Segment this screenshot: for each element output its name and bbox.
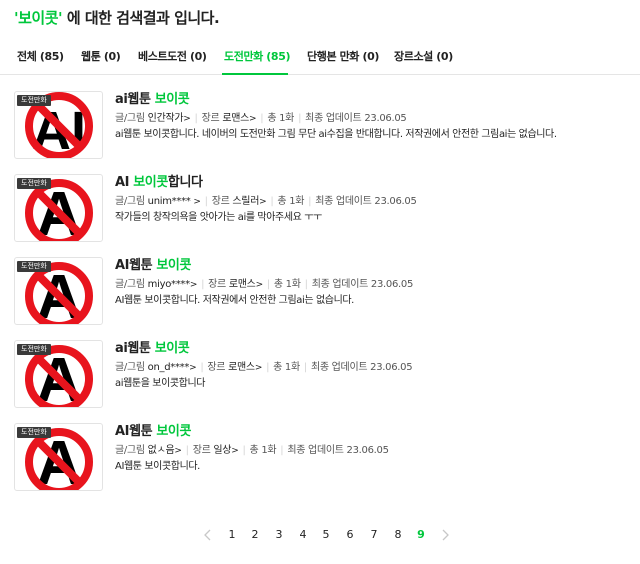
result-info: AI웹툰 보이콧 글/그림 없ㅅ음> | 장르 일상> | 총 1화 | 최종 업데이트 2…	[115, 423, 389, 474]
episode-count: 총 1화	[249, 445, 277, 456]
tab-challenge-comics[interactable]: 도전만화 (85)	[224, 48, 290, 64]
category-tabs: 전체 (85) 웹툰 (0) 베스트도전 (0) 도전만화 (85) 단행본 만…	[0, 40, 640, 75]
heading-suffix: 에 대한 검색결과 입니다.	[62, 9, 220, 27]
result-item: A 도전만화 ai웹툰 보이콧 글/그림 on_d****>|장르 로맨스>|총…	[14, 340, 634, 410]
result-description: ai웹툰을 보이콧합니다	[115, 378, 206, 389]
result-description: AI웹툰 보이콧합니다. 저작권에서 안전한 그림ai는 없습니다.	[115, 295, 354, 306]
page-7[interactable]: 7	[367, 528, 381, 541]
updated-date: 23.06.05	[370, 362, 413, 373]
result-info: ai웹툰 보이콧 글/그림 on_d****> | 장르 로맨스> | 총 1화 | 최종 …	[115, 340, 413, 391]
result-meta: 글/그림 miyo****> | 장르 로맨스> | 총 1화 | 최종 업데이트 23.0…	[115, 279, 414, 290]
challenge-badge: 도전만화	[17, 261, 51, 272]
author-link[interactable]: miyo****>	[148, 279, 198, 290]
result-thumbnail[interactable]: A 도전만화	[14, 423, 103, 491]
tab-best-challenge[interactable]: 베스트도전 (0)	[138, 48, 207, 64]
genre-link[interactable]: 일상>	[213, 445, 238, 456]
result-title[interactable]: AI웹툰 보이콧	[115, 257, 413, 275]
genre-link[interactable]: 로맨스>	[229, 279, 263, 290]
updated-date: 23.06.05	[374, 196, 417, 207]
result-meta: 글/그림 인간작가> | 장르 로맨스> | 총 1화 | 최종 업데이트 23.06.05	[115, 113, 407, 124]
search-result-heading: '보이콧' 에 대한 검색결과 입니다.	[14, 7, 220, 28]
result-title[interactable]: ai웹툰 보이콧	[115, 91, 557, 109]
tab-genre-novel[interactable]: 장르소설 (0)	[394, 48, 453, 64]
result-title[interactable]: AI웹툰 보이콧	[115, 423, 389, 441]
author-link[interactable]: unim**** >	[148, 196, 201, 207]
title-keyword-highlight: 보이콧	[156, 258, 192, 273]
episode-count: 총 1화	[277, 196, 305, 207]
result-info: AI 보이콧합니다 글/그림 unim**** > | 장르 스릴러> | 총 1화 | 최…	[115, 174, 417, 225]
chevron-right-icon[interactable]	[440, 528, 450, 542]
result-description: ai웹툰 보이콧합니다. 네이버의 도전만화 그림 무단 ai수집을 반대합니다…	[115, 129, 557, 140]
result-meta: 글/그림 on_d****> | 장르 로맨스> | 총 1화 | 최종 업데이트 23.0…	[115, 362, 413, 373]
result-description: 작가들의 창작의욕을 앗아가는 ai를 막아주세요 ㅜㅜ	[115, 212, 322, 223]
page-6[interactable]: 6	[343, 528, 357, 541]
challenge-badge: 도전만화	[17, 178, 51, 189]
title-keyword-highlight: 보이콧	[154, 341, 190, 356]
title-keyword-highlight: 보이콧	[133, 175, 168, 190]
tab-webtoon[interactable]: 웹툰 (0)	[81, 48, 121, 64]
tab-book-comics[interactable]: 단행본 만화 (0)	[307, 48, 379, 64]
episode-count: 총 1화	[273, 279, 301, 290]
challenge-badge: 도전만화	[17, 427, 51, 438]
challenge-badge: 도전만화	[17, 95, 51, 106]
result-thumbnail[interactable]: AI 도전만화	[14, 91, 103, 159]
result-description: AI웹툰 보이콧합니다.	[115, 461, 200, 472]
page-8[interactable]: 8	[391, 528, 405, 541]
author-link[interactable]: 없ㅅ음>	[148, 445, 182, 456]
result-thumbnail[interactable]: A 도전만화	[14, 257, 103, 325]
updated-date: 23.06.05	[370, 279, 414, 290]
title-keyword-highlight: 보이콧	[154, 92, 190, 107]
genre-link[interactable]: 로맨스>	[222, 113, 256, 124]
result-info: AI웹툰 보이콧 글/그림 miyo****> | 장르 로맨스> | 총 1화 | 최종 …	[115, 257, 413, 308]
page-1[interactable]: 1	[225, 528, 239, 541]
search-keyword: '보이콧'	[14, 9, 63, 27]
result-title[interactable]: AI 보이콧합니다	[115, 174, 417, 192]
result-item: A 도전만화 AI웹툰 보이콧 글/그림 없ㅅ음>|장르 일상>|총 1화|최종…	[14, 423, 634, 493]
result-info: ai웹툰 보이콧 글/그림 인간작가> | 장르 로맨스> | 총 1화 | 최종 업데이트…	[115, 91, 557, 142]
pagination: 1 2 3 4 5 6 7 8 9	[0, 528, 640, 544]
chevron-left-icon[interactable]	[203, 528, 213, 542]
page-4[interactable]: 4	[296, 528, 310, 541]
title-keyword-highlight: 보이콧	[156, 424, 192, 439]
challenge-badge: 도전만화	[17, 344, 51, 355]
page-3[interactable]: 3	[272, 528, 286, 541]
episode-count: 총 1화	[273, 362, 300, 373]
tab-all[interactable]: 전체 (85)	[17, 48, 64, 64]
page-5[interactable]: 5	[319, 528, 333, 541]
result-title[interactable]: ai웹툰 보이콧	[115, 340, 412, 358]
author-link[interactable]: on_d****>	[148, 362, 197, 373]
genre-link[interactable]: 스릴러>	[232, 196, 266, 207]
result-meta: 글/그림 없ㅅ음> | 장르 일상> | 총 1화 | 최종 업데이트 23.06.05	[115, 445, 389, 456]
result-meta: 글/그림 unim**** > | 장르 스릴러> | 총 1화 | 최종 업데이트 23.…	[115, 196, 417, 207]
result-item: AI 도전만화 ai웹툰 보이콧 글/그림 인간작가>|장르 로맨스>|총 1화…	[14, 91, 634, 161]
author-link[interactable]: 인간작가>	[148, 113, 191, 124]
active-tab-indicator	[222, 73, 288, 75]
page-2[interactable]: 2	[248, 528, 262, 541]
result-item: A 도전만화 AI 보이콧합니다 글/그림 unim**** >|장르 스릴러>…	[14, 174, 634, 244]
updated-date: 23.06.05	[364, 113, 407, 124]
result-item: A 도전만화 AI웹툰 보이콧 글/그림 miyo****>|장르 로맨스>|총…	[14, 257, 634, 327]
episode-count: 총 1화	[267, 113, 295, 124]
result-thumbnail[interactable]: A 도전만화	[14, 174, 103, 242]
updated-date: 23.06.05	[346, 445, 389, 456]
result-thumbnail[interactable]: A 도전만화	[14, 340, 103, 408]
genre-link[interactable]: 로맨스>	[228, 362, 262, 373]
page-9-current[interactable]: 9	[414, 528, 428, 541]
